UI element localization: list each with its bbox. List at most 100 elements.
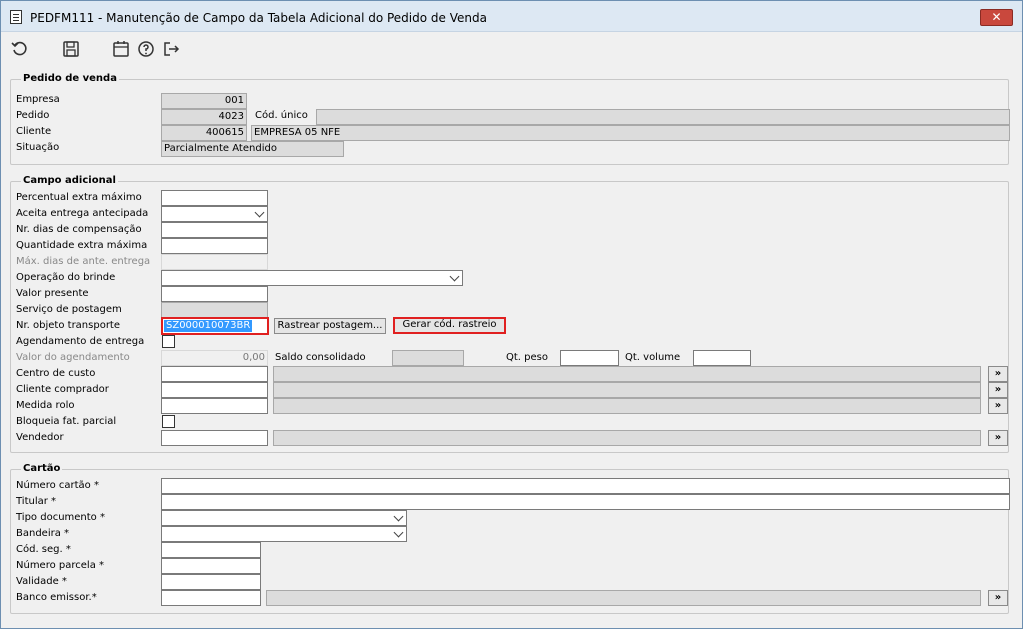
medida-input[interactable]: [161, 398, 268, 414]
pedido-field[interactable]: 4023: [161, 109, 247, 125]
titular-label: Titular *: [16, 496, 57, 507]
titular-input[interactable]: [161, 494, 1010, 510]
cliente-comprador-input[interactable]: [161, 382, 268, 398]
situacao-label: Situação: [16, 142, 60, 153]
nr-dias-label: Nr. dias de compensação: [16, 224, 142, 235]
cliente-label: Cliente: [16, 126, 52, 137]
centro-input[interactable]: [161, 366, 268, 382]
vendedor-input[interactable]: [161, 430, 268, 446]
exit-icon[interactable]: [161, 39, 181, 59]
vendedor-desc-field[interactable]: [273, 430, 981, 446]
tipo-documento-select[interactable]: [161, 510, 407, 526]
medida-desc-field[interactable]: [273, 398, 981, 414]
calendar-icon[interactable]: [111, 39, 131, 59]
pedido-label: Pedido: [16, 110, 50, 121]
medida-label: Medida rolo: [16, 400, 75, 411]
bloqueia-checkbox[interactable]: [162, 415, 175, 428]
numero-cartao-input[interactable]: [161, 478, 1010, 494]
refresh-icon[interactable]: [10, 39, 30, 59]
qtd-extra-input[interactable]: [161, 238, 268, 254]
percentual-input[interactable]: [161, 190, 268, 206]
chevron-down-icon: [449, 271, 460, 282]
tipo-documento-label: Tipo documento *: [16, 512, 105, 523]
main-window: PEDFM111 - Manutenção de Campo da Tabela…: [0, 0, 1023, 629]
valor-presente-label: Valor presente: [16, 288, 89, 299]
pedido-group: Pedido de venda Empresa 001 Pedido 4023 …: [10, 73, 1010, 165]
numero-parcela-input[interactable]: [161, 558, 261, 574]
bandeira-select[interactable]: [161, 526, 407, 542]
banco-label: Banco emissor.*: [16, 592, 97, 603]
cod-unico-label: Cód. único: [255, 110, 308, 121]
medida-lookup-button[interactable]: »: [988, 398, 1008, 414]
centro-desc-field[interactable]: [273, 366, 981, 382]
operacao-select[interactable]: [161, 270, 463, 286]
title-bar: PEDFM111 - Manutenção de Campo da Tabela…: [1, 1, 1022, 32]
nr-objeto-label: Nr. objeto transporte: [16, 320, 121, 331]
save-icon[interactable]: [61, 39, 81, 59]
empresa-label: Empresa: [16, 94, 60, 105]
saldo-label: Saldo consolidado: [275, 352, 366, 363]
cliente-name-field[interactable]: EMPRESA 05 NFE: [251, 125, 1010, 141]
empresa-field[interactable]: 001: [161, 93, 247, 109]
vendedor-lookup-button[interactable]: »: [988, 430, 1008, 446]
numero-parcela-label: Número parcela *: [16, 560, 105, 571]
qt-peso-input[interactable]: [560, 350, 619, 366]
qt-volume-input[interactable]: [693, 350, 751, 366]
valor-agendamento-input: 0,00: [161, 350, 268, 366]
saldo-field[interactable]: [392, 350, 464, 366]
agendamento-checkbox[interactable]: [162, 335, 175, 348]
banco-lookup-button[interactable]: »: [988, 590, 1008, 606]
cod-unico-field[interactable]: [316, 109, 1010, 125]
rastrear-postagem-button[interactable]: Rastrear postagem...: [274, 318, 386, 334]
nr-dias-input[interactable]: [161, 222, 268, 238]
validade-label: Validade *: [16, 576, 67, 587]
aceita-select[interactable]: [161, 206, 268, 222]
form-area: Pedido de venda Empresa 001 Pedido 4023 …: [6, 66, 1019, 624]
chevron-down-icon: [393, 511, 404, 522]
chevron-down-icon: [254, 207, 265, 218]
bloqueia-label: Bloqueia fat. parcial: [16, 416, 117, 427]
toolbar: [1, 32, 1022, 66]
percentual-label: Percentual extra máximo: [16, 192, 142, 203]
document-icon: [10, 10, 22, 24]
validade-input[interactable]: [161, 574, 261, 590]
aceita-label: Aceita entrega antecipada: [16, 208, 149, 219]
banco-input[interactable]: [161, 590, 261, 606]
gerar-rastreio-button[interactable]: Gerar cód. rastreio: [393, 317, 506, 334]
cliente-comprador-label: Cliente comprador: [16, 384, 109, 395]
campo-adicional-group: Campo adicional Percentual extra máximo …: [10, 175, 1009, 453]
window-title: PEDFM111 - Manutenção de Campo da Tabela…: [30, 11, 487, 25]
cartao-legend: Cartão: [21, 463, 63, 474]
servico-field[interactable]: [161, 302, 268, 318]
close-button[interactable]: ✕: [980, 9, 1013, 26]
valor-presente-input[interactable]: [161, 286, 268, 302]
numero-cartao-label: Número cartão *: [16, 480, 99, 491]
qtd-extra-label: Quantidade extra máxima: [16, 240, 148, 251]
pedido-legend: Pedido de venda: [21, 73, 119, 84]
banco-desc-field[interactable]: [266, 590, 981, 606]
bandeira-label: Bandeira *: [16, 528, 70, 539]
cliente-comprador-desc-field[interactable]: [273, 382, 981, 398]
qt-peso-label: Qt. peso: [506, 352, 548, 363]
centro-lookup-button[interactable]: »: [988, 366, 1008, 382]
situacao-field[interactable]: Parcialmente Atendido: [161, 141, 344, 157]
centro-label: Centro de custo: [16, 368, 96, 379]
nr-objeto-value: SZ000010073BR: [164, 320, 253, 332]
help-icon[interactable]: [136, 39, 156, 59]
cod-seg-input[interactable]: [161, 542, 261, 558]
cartao-group: Cartão Número cartão * Titular * Tipo do…: [10, 463, 1010, 614]
adicional-legend: Campo adicional: [21, 175, 118, 186]
max-dias-label: Máx. dias de ante. entrega: [16, 256, 151, 267]
nr-objeto-input[interactable]: SZ000010073BR: [161, 317, 269, 335]
cliente-comprador-lookup-button[interactable]: »: [988, 382, 1008, 398]
qt-volume-label: Qt. volume: [625, 352, 681, 363]
vendedor-label: Vendedor: [16, 432, 64, 443]
max-dias-input: [161, 254, 268, 270]
agendamento-label: Agendamento de entrega: [16, 336, 145, 347]
operacao-label: Operação do brinde: [16, 272, 116, 283]
chevron-down-icon: [393, 527, 404, 538]
valor-agendamento-label: Valor do agendamento: [16, 352, 130, 363]
servico-label: Serviço de postagem: [16, 304, 122, 315]
cod-seg-label: Cód. seg. *: [16, 544, 71, 555]
cliente-code-field[interactable]: 400615: [161, 125, 247, 141]
